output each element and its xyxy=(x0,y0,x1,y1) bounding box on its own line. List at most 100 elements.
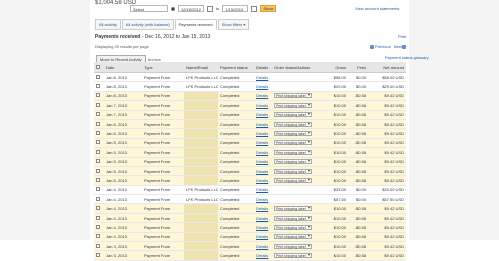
print-shipping-label-select[interactable]: Print shipping label xyxy=(274,102,312,108)
row-name[interactable] xyxy=(184,157,218,167)
row-name[interactable] xyxy=(184,166,218,177)
row-checkbox[interactable] xyxy=(96,243,100,248)
details-link[interactable]: Details xyxy=(256,122,268,127)
row-checkbox[interactable] xyxy=(96,112,100,117)
print-shipping-label-select[interactable]: Print shipping label xyxy=(274,243,312,249)
table-row[interactable]: Jan 6, 2013 Payment From Completed Details P… xyxy=(94,119,406,130)
row-checkbox[interactable] xyxy=(96,159,100,164)
row-name[interactable] xyxy=(184,91,218,102)
row-name[interactable] xyxy=(184,232,218,243)
row-name[interactable] xyxy=(184,175,218,186)
print-shipping-label-select[interactable]: Print shipping label xyxy=(274,93,312,99)
details-link[interactable]: Details xyxy=(256,103,268,108)
row-checkbox[interactable] xyxy=(96,206,100,211)
table-row[interactable]: Jan 8, 2013 Payment From Completed Details P… xyxy=(94,91,406,102)
row-checkbox[interactable] xyxy=(96,84,100,89)
table-row[interactable]: Jan 6, 2013 Payment From Completed Details P… xyxy=(94,128,406,139)
table-row[interactable]: Jan 5, 2013 Payment From Completed Details P… xyxy=(94,175,406,186)
details-link[interactable]: Details xyxy=(256,75,268,80)
details-link[interactable]: Details xyxy=(256,112,268,117)
details-link[interactable]: Details xyxy=(256,159,268,164)
details-link[interactable]: Details xyxy=(256,225,268,230)
column-header-gross[interactable]: Gross xyxy=(326,62,348,73)
calendar-icon[interactable] xyxy=(207,5,213,12)
table-row[interactable]: Jan 4, 2013 Payment From LFK Products LLC C… xyxy=(94,185,406,196)
row-name[interactable] xyxy=(184,100,218,111)
row-name[interactable] xyxy=(184,128,218,139)
row-name[interactable] xyxy=(184,138,218,149)
row-checkbox[interactable] xyxy=(96,121,100,126)
row-name[interactable] xyxy=(184,213,218,224)
calendar-icon[interactable] xyxy=(251,5,258,12)
date-to-input[interactable]: 1/15/2013 xyxy=(222,5,249,12)
details-link[interactable]: Details xyxy=(256,234,268,239)
row-checkbox[interactable] xyxy=(96,215,100,220)
details-link[interactable]: Details xyxy=(256,178,268,183)
tab-all-activity-balance[interactable]: All activity (with balance) xyxy=(121,19,174,30)
table-row[interactable]: Jan 8, 2013 Payment From LFK Products LLC C… xyxy=(94,72,406,83)
row-checkbox[interactable] xyxy=(96,253,100,258)
account-statements-link[interactable]: View account statements xyxy=(355,6,399,11)
row-checkbox[interactable] xyxy=(96,168,100,173)
date-range-radio[interactable] xyxy=(171,6,175,11)
type-select[interactable]: Select xyxy=(130,5,168,12)
row-name[interactable]: LFK Products LLC xyxy=(184,72,218,83)
print-link[interactable]: Print xyxy=(398,34,406,39)
row-checkbox[interactable] xyxy=(96,102,100,107)
column-header-net[interactable]: Net amount xyxy=(368,62,406,73)
row-name[interactable] xyxy=(184,110,218,120)
print-shipping-label-select[interactable]: Print shipping label xyxy=(274,140,312,146)
details-link[interactable]: Details xyxy=(256,150,268,155)
tab-payments-received[interactable]: Payments received xyxy=(174,19,217,30)
details-link[interactable]: Details xyxy=(256,140,268,145)
row-name[interactable]: LFK Products LLC xyxy=(184,81,218,92)
row-checkbox[interactable] xyxy=(96,234,100,239)
table-row[interactable]: Jan 7, 2013 Payment From Completed Details P… xyxy=(94,100,406,111)
details-link[interactable]: Details xyxy=(256,131,268,136)
row-checkbox[interactable] xyxy=(96,140,100,145)
table-row[interactable]: Jan 5, 2013 Payment From Completed Details P… xyxy=(94,157,406,167)
column-header-type[interactable]: Type xyxy=(142,62,184,73)
table-row[interactable]: Jan 4, 2013 Payment From Completed Details P… xyxy=(94,232,406,243)
row-checkbox[interactable] xyxy=(96,196,100,201)
row-checkbox[interactable] xyxy=(96,74,100,79)
row-checkbox[interactable] xyxy=(96,177,100,182)
print-shipping-label-select[interactable]: Print shipping label xyxy=(274,149,312,155)
next-link[interactable]: Next xyxy=(394,44,407,49)
print-shipping-label-select[interactable]: Print shipping label xyxy=(274,234,312,240)
row-name[interactable] xyxy=(184,241,218,252)
previous-link[interactable]: Previous xyxy=(370,44,391,49)
print-shipping-label-select[interactable]: Print shipping label xyxy=(274,224,312,230)
tab-show-filters[interactable]: Show filters ▾ xyxy=(217,19,250,30)
payment-status-glossary-link[interactable]: Payment status glossary xyxy=(385,55,429,60)
row-name[interactable]: LFK Products LLC xyxy=(184,194,218,205)
table-row[interactable]: Jan 3, 2013 Payment From Completed Details P… xyxy=(94,241,406,252)
table-row[interactable]: Jan 4, 2013 Payment From Completed Details P… xyxy=(94,222,406,233)
date-from-input[interactable]: 12/16/2012 xyxy=(178,5,204,12)
print-shipping-label-select[interactable]: Print shipping label xyxy=(274,253,312,259)
row-checkbox[interactable] xyxy=(96,93,100,98)
print-shipping-label-select[interactable]: Print shipping label xyxy=(274,215,312,221)
print-shipping-label-select[interactable]: Print shipping label xyxy=(274,121,312,127)
table-row[interactable]: Jan 5, 2013 Payment From Completed Details P… xyxy=(94,147,406,158)
column-header-date[interactable]: Date xyxy=(104,62,132,73)
print-shipping-label-select[interactable]: Print shipping label xyxy=(274,159,312,165)
row-checkbox[interactable] xyxy=(96,149,100,154)
details-link[interactable]: Details xyxy=(256,253,268,258)
details-link[interactable]: Details xyxy=(256,169,268,174)
table-row[interactable]: Jan 5, 2013 Payment From Completed Details P… xyxy=(94,138,406,149)
table-row[interactable]: Jan 7, 2013 Payment From Completed Details P… xyxy=(94,110,406,120)
row-name[interactable] xyxy=(184,250,218,261)
row-checkbox[interactable] xyxy=(96,131,100,136)
row-checkbox[interactable] xyxy=(96,224,100,229)
details-link[interactable]: Details xyxy=(256,84,268,89)
row-name[interactable] xyxy=(184,119,218,130)
print-shipping-label-select[interactable]: Print shipping label xyxy=(274,177,312,183)
row-name[interactable]: LFK Products LLC xyxy=(184,185,218,196)
details-link[interactable]: Details xyxy=(256,206,268,211)
show-button[interactable]: Show xyxy=(260,5,277,12)
table-row[interactable]: Jan 4, 2013 Payment From Completed Details P… xyxy=(94,203,406,214)
table-row[interactable]: Jan 8, 2013 Payment From LFK Products LLC C… xyxy=(94,81,406,92)
tab-all-activity[interactable]: All activity xyxy=(95,19,121,30)
row-checkbox[interactable] xyxy=(96,187,100,192)
